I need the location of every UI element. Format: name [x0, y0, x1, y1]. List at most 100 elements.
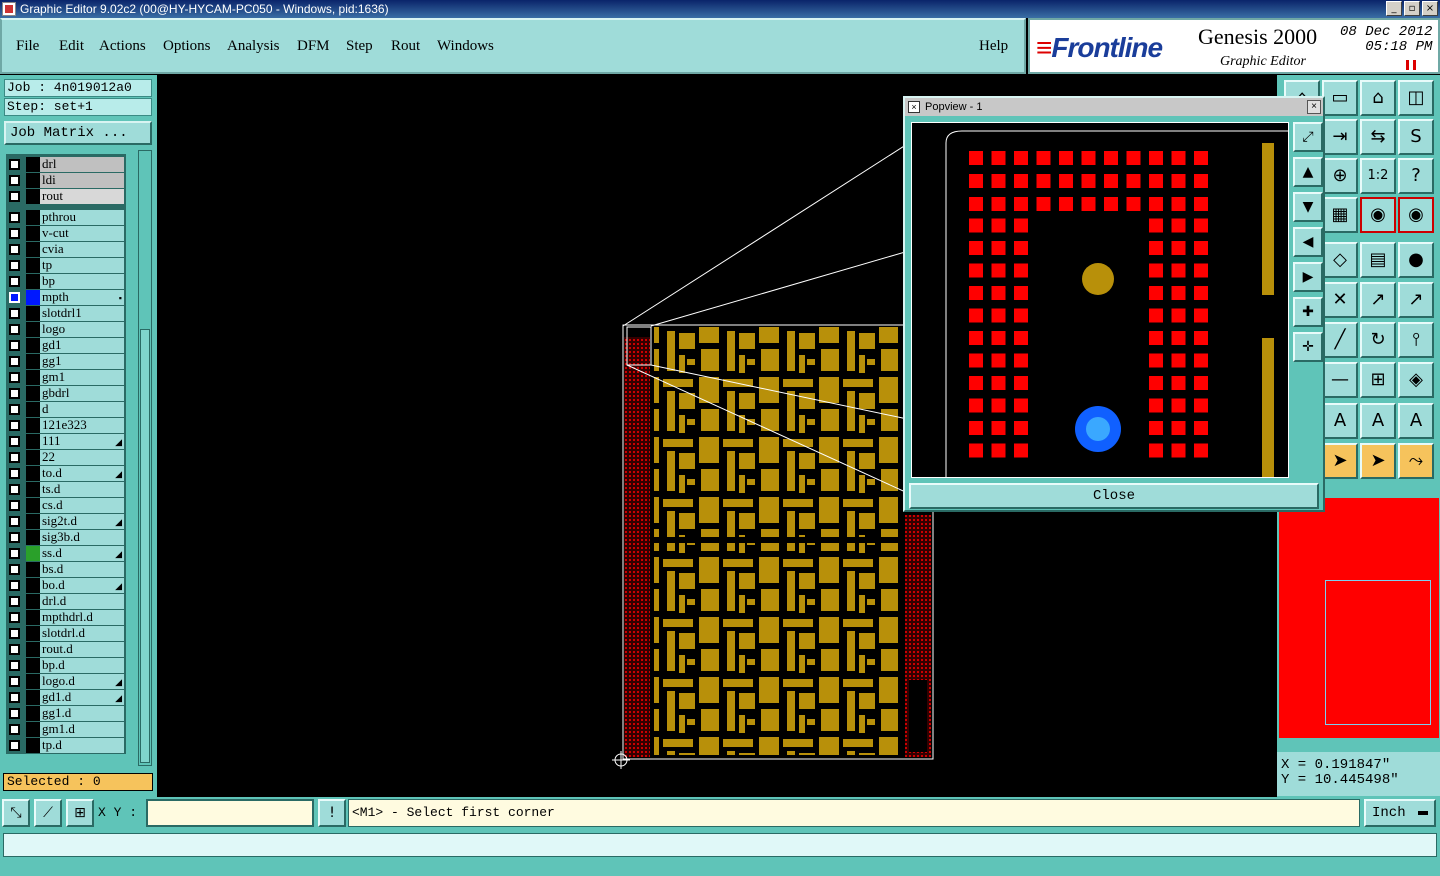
layer-checkbox[interactable]: [9, 724, 20, 735]
layer-row-tp[interactable]: tp: [6, 258, 126, 273]
layer-color-swatch[interactable]: [26, 258, 40, 273]
layer-name[interactable]: cs.d: [40, 498, 124, 513]
layer-color-swatch[interactable]: [26, 530, 40, 545]
rotate-icon[interactable]: ↻: [1360, 322, 1396, 358]
layer-color-swatch[interactable]: [26, 242, 40, 257]
layer-color-swatch[interactable]: [26, 594, 40, 609]
layer-row-mpthdrl-d[interactable]: mpthdrl.d: [6, 610, 126, 625]
layer-checkbox[interactable]: [9, 372, 20, 383]
layer-row-22[interactable]: 22: [6, 450, 126, 465]
layer-color-swatch[interactable]: [26, 290, 40, 305]
layer-checkbox[interactable]: [9, 516, 20, 527]
layer-color-swatch[interactable]: [26, 189, 40, 204]
layer-name[interactable]: cvia: [40, 242, 124, 257]
popview-up-icon[interactable]: ▲: [1293, 157, 1323, 187]
layer-checkbox[interactable]: [9, 644, 20, 655]
layer-name[interactable]: rout.d: [40, 642, 124, 657]
layer-color-swatch[interactable]: [26, 322, 40, 337]
layer-name[interactable]: pthrou: [40, 210, 124, 225]
menu-edit[interactable]: Edit: [59, 38, 84, 55]
popview-right-icon[interactable]: ▶: [1293, 262, 1323, 292]
layer-checkbox[interactable]: [9, 260, 20, 271]
layer-name[interactable]: gd1: [40, 338, 124, 353]
layer-name[interactable]: gbdrl: [40, 386, 124, 401]
scroll-thumb[interactable]: [140, 329, 150, 763]
layer-color-swatch[interactable]: [26, 658, 40, 673]
snap-grid-icon[interactable]: ⊞: [66, 799, 94, 827]
layer-row-sig3b-d[interactable]: sig3b.d: [6, 530, 126, 545]
layer-checkbox[interactable]: [9, 212, 20, 223]
menu-file[interactable]: File: [16, 38, 39, 55]
layer-checkbox[interactable]: [9, 452, 20, 463]
layer-checkbox[interactable]: [9, 596, 20, 607]
layer-checkbox[interactable]: [9, 228, 20, 239]
layer-row-gd1-d[interactable]: gd1.d ◢: [6, 690, 126, 705]
layer-checkbox[interactable]: [9, 244, 20, 255]
route-icon[interactable]: ⤳: [1398, 443, 1434, 479]
layer-color-swatch[interactable]: [26, 338, 40, 353]
layer-name[interactable]: bp: [40, 274, 124, 289]
layer-row-logo[interactable]: logo: [6, 322, 126, 337]
layer-checkbox[interactable]: [9, 708, 20, 719]
layer-row-ts-d[interactable]: ts.d: [6, 482, 126, 497]
close-window-button[interactable]: ×: [1422, 1, 1438, 16]
menu-windows[interactable]: Windows: [437, 38, 494, 55]
help-icon[interactable]: ?: [1398, 158, 1434, 194]
xy-input[interactable]: [146, 799, 314, 827]
layer-row-ss-d[interactable]: ss.d ◢: [6, 546, 126, 561]
layer-color-swatch[interactable]: [26, 226, 40, 241]
layer-row-gbdrl[interactable]: gbdrl: [6, 386, 126, 401]
monitor-icon[interactable]: ▭: [1322, 80, 1358, 116]
layer-name[interactable]: drl.d: [40, 594, 124, 609]
grid-icon[interactable]: ▦: [1322, 197, 1358, 233]
layer-name[interactable]: d: [40, 402, 124, 417]
layer-row-gg1[interactable]: gg1: [6, 354, 126, 369]
layer-name[interactable]: 22: [40, 450, 124, 465]
layer-name[interactable]: v-cut: [40, 226, 124, 241]
layer-checkbox[interactable]: [9, 191, 20, 202]
ruler-icon[interactable]: ▤: [1360, 242, 1396, 278]
layers-alt-icon[interactable]: ◉: [1398, 197, 1434, 233]
layer-checkbox[interactable]: [9, 628, 20, 639]
layers-icon[interactable]: ◉: [1360, 197, 1396, 233]
menu-analysis[interactable]: Analysis: [227, 38, 280, 55]
layer-row-bo-d[interactable]: bo.d ◢: [6, 578, 126, 593]
layer-checkbox[interactable]: [9, 420, 20, 431]
mirror-icon[interactable]: ⫯: [1398, 322, 1434, 358]
menu-help[interactable]: Help: [979, 38, 1008, 55]
menu-options[interactable]: Options: [163, 38, 211, 55]
line-tool-icon[interactable]: —: [1322, 362, 1358, 398]
layer-checkbox[interactable]: [9, 532, 20, 543]
layer-color-swatch[interactable]: [26, 626, 40, 641]
layer-name[interactable]: logo: [40, 322, 124, 337]
layer-row-slotdrl1[interactable]: slotdrl1: [6, 306, 126, 321]
layer-checkbox[interactable]: [9, 500, 20, 511]
unit-select[interactable]: Inch: [1364, 799, 1436, 827]
status-input[interactable]: [3, 833, 1437, 857]
layer-name[interactable]: 111 ◢: [40, 434, 124, 449]
layer-name[interactable]: tp: [40, 258, 124, 273]
pause-icon[interactable]: [1406, 60, 1416, 70]
text-b-icon[interactable]: A: [1360, 403, 1396, 439]
layer-row-gm1-d[interactable]: gm1.d: [6, 722, 126, 737]
popview-fit-icon[interactable]: ⤢: [1293, 122, 1323, 152]
layer-checkbox[interactable]: [9, 548, 20, 559]
layer-name[interactable]: to.d ◢: [40, 466, 124, 481]
layer-row-logo-d[interactable]: logo.d ◢: [6, 674, 126, 689]
layer-name[interactable]: slotdrl.d: [40, 626, 124, 641]
layer-name[interactable]: gm1: [40, 370, 124, 385]
layer-color-swatch[interactable]: [26, 610, 40, 625]
layer-checkbox[interactable]: [9, 324, 20, 335]
layer-name[interactable]: sig2t.d ◢: [40, 514, 124, 529]
layer-checkbox[interactable]: [9, 660, 20, 671]
layer-row-gm1[interactable]: gm1: [6, 370, 126, 385]
pan-right-icon[interactable]: ⇥: [1322, 119, 1358, 155]
shape-icon[interactable]: ◇: [1322, 242, 1358, 278]
layer-name[interactable]: ts.d: [40, 482, 124, 497]
layer-checkbox[interactable]: [9, 276, 20, 287]
layer-color-swatch[interactable]: [26, 386, 40, 401]
arc-icon[interactable]: ↗: [1398, 282, 1434, 318]
popview-close-button[interactable]: Close: [909, 483, 1319, 509]
layer-name[interactable]: sig3b.d: [40, 530, 124, 545]
menu-rout[interactable]: Rout: [391, 38, 420, 55]
